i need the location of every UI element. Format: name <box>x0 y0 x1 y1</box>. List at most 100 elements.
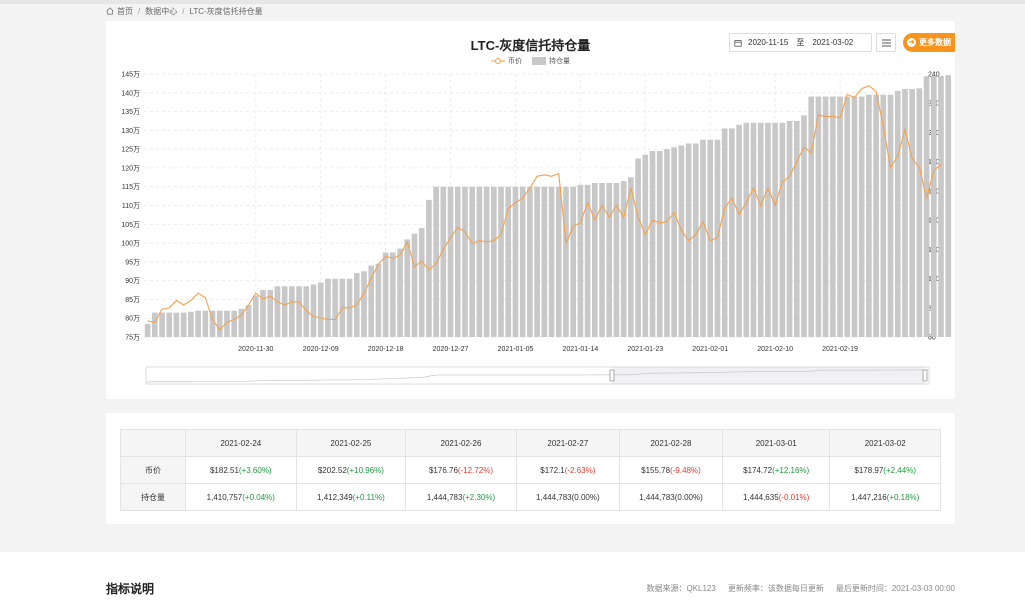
table-header-date: 2021-02-26 <box>405 429 517 457</box>
cell-change: (+0.18%) <box>886 492 920 502</box>
holdings-bar <box>469 186 476 337</box>
table-row-label: 币价 <box>120 456 186 484</box>
table-header-row: 2021-02-24 2021-02-25 2021-02-26 2021-02-27… <box>120 429 941 457</box>
holdings-bar <box>822 96 829 338</box>
holdings-bar <box>231 310 237 337</box>
holdings-bar <box>793 120 800 337</box>
cell-value: $155.78 <box>641 465 671 475</box>
cell-value: 1,444,783 <box>426 492 463 502</box>
y-left-tick-label: 130万 <box>121 127 140 135</box>
data-source: 数据来源：QKL123 <box>646 584 716 593</box>
holdings-bar <box>606 182 613 337</box>
footer: 指标说明 数据来源：QKL123 更新频率：该数据每日更新 最后更新时间：202… <box>0 552 1025 603</box>
table-cell: 1,412,349(+0.11%) <box>295 483 407 511</box>
holdings-bar <box>779 122 786 337</box>
holdings-bar <box>519 186 526 337</box>
cell-value: 1,447,216 <box>851 492 887 502</box>
y-left-tick-label: 90万 <box>125 277 140 285</box>
table-cell: $174.72(+12.16%) <box>721 456 831 484</box>
holdings-bar <box>281 286 288 337</box>
table-cell: 1,447,216(+0.18%) <box>829 483 941 511</box>
holdings-bar <box>404 239 411 337</box>
holdings-bar <box>555 186 562 337</box>
cell-change: (-2.63%) <box>564 465 596 475</box>
holdings-bar <box>923 76 930 338</box>
holdings-bar <box>541 186 548 337</box>
table-cell: 1,444,783(0.00%) <box>618 483 724 511</box>
holdings-bar <box>931 75 937 337</box>
cell-value: 1,410,757 <box>206 492 243 502</box>
holdings-bar <box>476 186 483 337</box>
holdings-bar <box>166 312 173 337</box>
table-cell: 1,444,783(0.00%) <box>515 483 620 511</box>
cell-value: $182.51 <box>209 465 239 475</box>
holdings-bar <box>880 94 887 338</box>
x-tick-label: 2021-01-05 <box>498 346 534 353</box>
cell-value: $174.72 <box>743 465 773 475</box>
table-row-label: 持仓量 <box>120 483 186 511</box>
holdings-bar <box>216 310 223 337</box>
footer-info: 数据来源：QKL123 更新频率：该数据每日更新 最后更新时间：2021-03-… <box>634 583 955 594</box>
table-cell: $176.76(-12.72%) <box>405 456 517 484</box>
cell-change: (-0.01%) <box>778 492 810 502</box>
y-left-tick-label: 85万 <box>125 296 140 304</box>
holdings-bar <box>274 286 281 337</box>
holdings-bar <box>361 271 367 337</box>
zoom-handle-left[interactable] <box>609 369 615 382</box>
holdings-bar <box>433 186 439 337</box>
cell-value: 1,444,635 <box>743 492 779 502</box>
y-left-tick-label: 80万 <box>125 315 140 323</box>
breadcrumb-home[interactable]: 首页 <box>117 6 133 17</box>
holdings-bar <box>173 312 180 337</box>
holdings-bar <box>368 265 375 337</box>
cell-change: (+2.44%) <box>883 465 916 475</box>
cell-value: 1,412,349 <box>317 492 353 502</box>
table-cell: $182.51(+3.60%) <box>185 456 297 484</box>
table-header-date: 2021-03-01 <box>721 429 831 457</box>
holdings-bar <box>498 186 504 337</box>
holdings-bar <box>830 96 836 338</box>
cell-value: $178.97 <box>854 465 884 475</box>
holdings-bar <box>289 286 295 337</box>
holdings-bar <box>397 248 403 337</box>
holdings-bar <box>671 147 677 337</box>
holdings-bar <box>736 124 742 337</box>
holdings-bar <box>195 310 201 337</box>
holdings-bar <box>325 278 331 337</box>
holdings-bar <box>786 120 793 337</box>
y-left-tick-label: 110万 <box>122 202 140 210</box>
holdings-bar <box>902 89 908 338</box>
breadcrumb-current: LTC-灰度信托持仓量 <box>189 6 263 16</box>
holdings-bar <box>678 145 685 337</box>
holdings-bar <box>642 154 649 337</box>
chart-panel: LTC-灰度信托持仓量 2020-11-15 至 2021-03-02 ➜ 更多… <box>106 21 955 399</box>
holdings-bar <box>664 149 670 337</box>
holdings-bar <box>447 186 454 337</box>
x-tick-label: 2021-01-14 <box>562 346 598 353</box>
table-header-date: 2021-02-27 <box>515 429 620 457</box>
cell-value: $202.52 <box>317 465 347 475</box>
x-tick-label: 2020-12-09 <box>303 346 339 353</box>
breadcrumb-separator: / <box>182 6 185 16</box>
holdings-bar <box>628 177 634 337</box>
cell-change: (+3.60%) <box>238 465 272 475</box>
x-tick-label: 2021-02-01 <box>692 346 728 353</box>
y-left-tick-label: 95万 <box>125 258 140 266</box>
table-cell: 1,410,757(+0.04%) <box>185 483 297 511</box>
cell-value: 1,444,783 <box>639 492 675 502</box>
holdings-bar <box>491 186 497 337</box>
top-bar <box>0 0 1025 4</box>
breadcrumb-data-center[interactable]: 数据中心 <box>145 6 177 17</box>
holdings-bar <box>656 151 663 337</box>
data-table: 2021-02-24 2021-02-25 2021-02-26 2021-02-27… <box>120 429 941 511</box>
breadcrumb: 首页 / 数据中心 / LTC-灰度信托持仓量 <box>106 5 268 17</box>
holdings-bar <box>721 128 728 337</box>
holdings-bar <box>252 295 259 337</box>
holdings-bar <box>707 139 714 337</box>
cell-change: (0.00%) <box>674 492 703 502</box>
y-left-tick-label: 120万 <box>121 164 140 172</box>
chart-canvas: 75万 80万 85万 90万 95万 100万 105万 110万 115万 120万 125万 1… <box>121 71 952 385</box>
zoom-handle-right[interactable] <box>922 369 928 382</box>
holdings-bar <box>815 96 822 338</box>
holdings-bar <box>390 252 396 337</box>
